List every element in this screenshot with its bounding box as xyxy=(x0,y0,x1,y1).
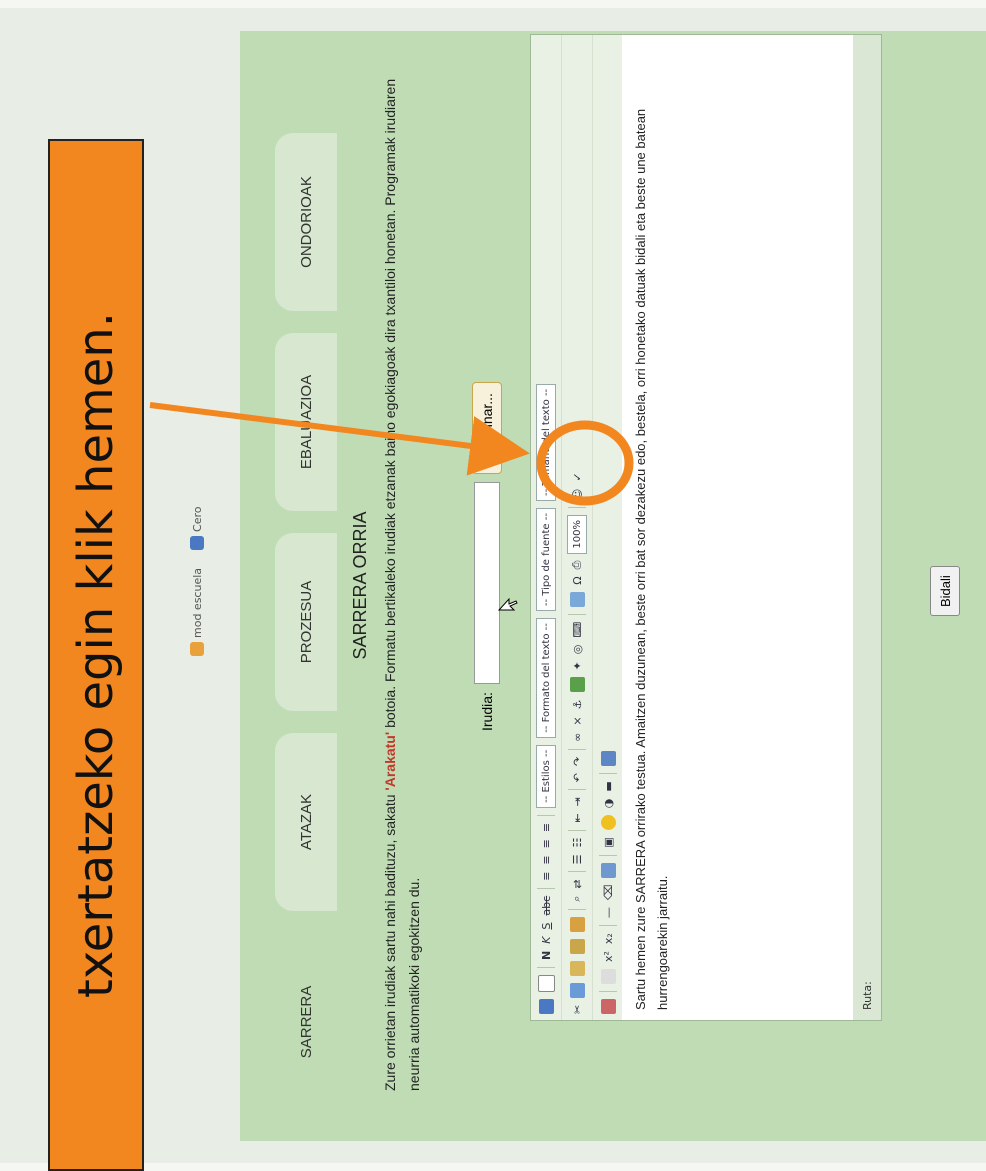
annotation-overlay xyxy=(149,402,634,506)
annotation-arrow xyxy=(149,402,530,476)
highlight-circle xyxy=(536,420,634,506)
slide: mod escuela Cero SARRERA ATAZAK PROZESUA… xyxy=(0,0,986,1171)
